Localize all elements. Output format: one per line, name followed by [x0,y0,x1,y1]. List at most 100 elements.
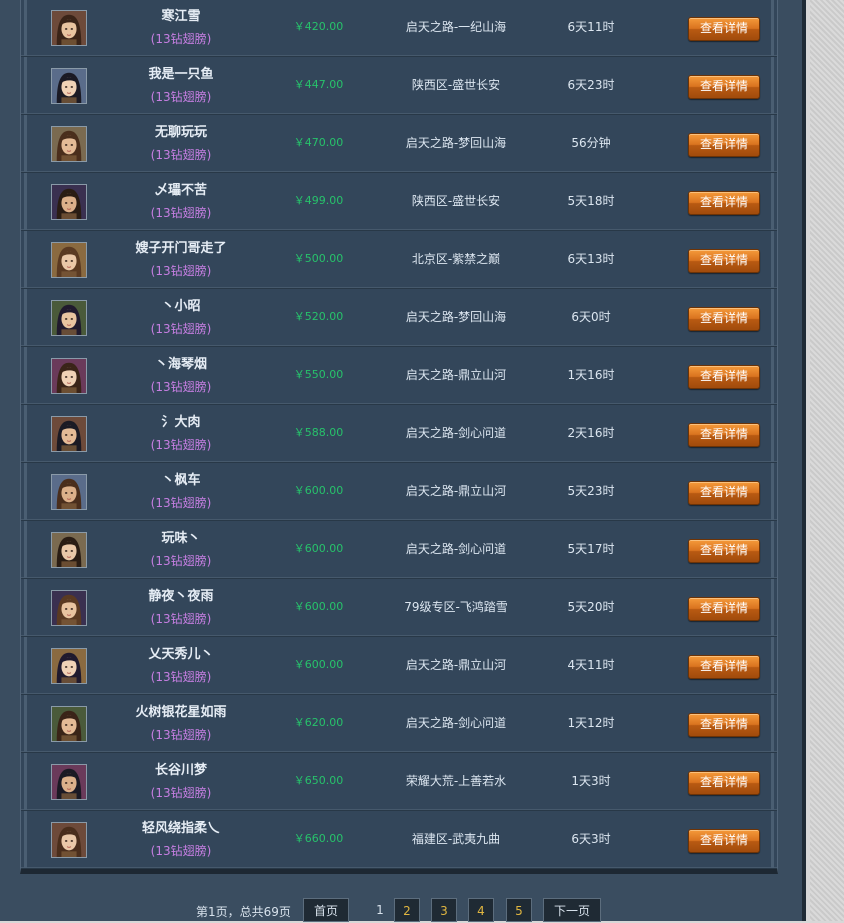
time-remaining: 5天23时 [567,484,615,498]
seller-name: 氵大肉 [161,415,201,430]
item-tag: (13钻翅膀) [150,612,212,626]
seller-name: 寒江雪 [161,9,201,24]
view-details-button[interactable]: 查看详情 [688,365,760,389]
item-tag: (13钻翅膀) [150,322,212,336]
item-tag: (13钻翅膀) [150,670,212,684]
seller-name: 玩味丶 [161,531,201,546]
server-name: 启天之路-梦回山海 [405,310,507,324]
seller-name: 我是一只鱼 [148,67,214,82]
price: ￥550.00 [293,368,344,381]
table-row: 丶枫车 (13钻翅膀) ￥600.00 启天之路-鼎立山河 5天23时 查看详情 [21,463,777,521]
price: ￥520.00 [293,310,344,323]
table-row: 长谷川梦 (13钻翅膀) ￥650.00 荣耀大荒-上善若水 1天3时 查看详情 [21,753,777,811]
server-name: 启天之路-一纪山海 [405,20,507,34]
seller-name: 长谷川梦 [154,763,207,778]
time-remaining: 4天11时 [567,658,615,672]
item-tag: (13钻翅膀) [150,496,212,510]
price: ￥600.00 [293,542,344,555]
character-avatar[interactable] [51,648,87,684]
view-details-button[interactable]: 查看详情 [688,597,760,621]
item-tag: (13钻翅膀) [150,206,212,220]
seller-name: 嫂子开门哥走了 [135,241,227,256]
character-avatar[interactable] [51,184,87,220]
portrait-icon [52,127,86,161]
price: ￥660.00 [293,832,344,845]
view-details-button[interactable]: 查看详情 [688,829,760,853]
character-avatar[interactable] [51,300,87,336]
time-remaining: 6天23时 [567,78,615,92]
time-remaining: 6天13时 [567,252,615,266]
view-details-button[interactable]: 查看详情 [688,655,760,679]
first-page-button[interactable]: 首页 [303,898,349,922]
view-details-button[interactable]: 查看详情 [688,713,760,737]
item-tag: (13钻翅膀) [150,90,212,104]
page-3-link[interactable]: 3 [431,898,457,922]
portrait-icon [52,69,86,103]
seller-name: 乂天秀儿丶 [148,647,214,662]
item-tag: (13钻翅膀) [150,728,212,742]
view-details-button[interactable]: 查看详情 [688,17,760,41]
character-avatar[interactable] [51,68,87,104]
item-tag: (13钻翅膀) [150,554,212,568]
view-details-button[interactable]: 查看详情 [688,771,760,795]
table-row: 嫂子开门哥走了 (13钻翅膀) ￥500.00 北京区-紫禁之巅 6天13时 查看详情 [21,231,777,289]
table-row: 丶小昭 (13钻翅膀) ￥520.00 启天之路-梦回山海 6天0时 查看详情 [21,289,777,347]
page-2-link[interactable]: 2 [394,898,420,922]
current-page: 1 [376,903,384,917]
table-row: 无聊玩玩 (13钻翅膀) ￥470.00 启天之路-梦回山海 56分钟 查看详情 [21,115,777,173]
portrait-icon [52,533,86,567]
character-avatar[interactable] [51,358,87,394]
view-details-button[interactable]: 查看详情 [688,133,760,157]
view-details-button[interactable]: 查看详情 [688,481,760,505]
view-details-button[interactable]: 查看详情 [688,75,760,99]
character-avatar[interactable] [51,416,87,452]
view-details-button[interactable]: 查看详情 [688,423,760,447]
price: ￥588.00 [293,426,344,439]
server-name: 福建区-武夷九曲 [411,832,501,846]
price: ￥600.00 [293,484,344,497]
server-name: 启天之路-剑心问道 [405,426,507,440]
character-avatar[interactable] [51,706,87,742]
table-row: 氵大肉 (13钻翅膀) ￥588.00 启天之路-剑心问道 2天16时 查看详情 [21,405,777,463]
view-details-button[interactable]: 查看详情 [688,249,760,273]
character-avatar[interactable] [51,126,87,162]
view-details-button[interactable]: 查看详情 [688,307,760,331]
portrait-icon [52,185,86,219]
page-4-link[interactable]: 4 [468,898,494,922]
character-avatar[interactable] [51,474,87,510]
server-name: 启天之路-剑心问道 [405,542,507,556]
server-name: 陕西区-盛世长安 [411,78,501,92]
character-avatar[interactable] [51,532,87,568]
server-name: 陕西区-盛世长安 [411,194,501,208]
portrait-icon [52,417,86,451]
character-avatar[interactable] [51,10,87,46]
seller-name: 丶枫车 [161,473,201,488]
next-page-button[interactable]: 下一页 [543,898,601,922]
seller-name: 静夜丶夜雨 [148,589,214,604]
main-content: 寒江雪 (13钻翅膀) ￥420.00 启天之路-一纪山海 6天11时 查看详情 我是一只鱼… [0,0,806,922]
seller-name: 火树银花星如雨 [135,705,227,720]
character-avatar[interactable] [51,764,87,800]
character-avatar[interactable] [51,590,87,626]
portrait-icon [52,11,86,45]
time-remaining: 56分钟 [571,136,611,150]
page-5-link[interactable]: 5 [506,898,532,922]
character-avatar[interactable] [51,822,87,858]
view-details-button[interactable]: 查看详情 [688,539,760,563]
server-name: 荣耀大荒-上善若水 [405,774,507,788]
character-avatar[interactable] [51,242,87,278]
table-row: 轻风绕指柔乀 (13钻翅膀) ￥660.00 福建区-武夷九曲 6天3时 查看详情 [21,811,777,869]
view-details-button[interactable]: 查看详情 [688,191,760,215]
portrait-icon [52,591,86,625]
seller-name: 丶小昭 [161,299,201,314]
seller-name: 轻风绕指柔乀 [141,821,220,836]
time-remaining: 6天3时 [571,832,611,846]
price: ￥447.00 [293,78,344,91]
server-name: 北京区-紫禁之巅 [411,252,501,266]
server-name: 启天之路-鼎立山河 [405,368,507,382]
server-name: 启天之路-剑心问道 [405,716,507,730]
price: ￥600.00 [293,600,344,613]
page-info: 第1页，总共69页 [196,905,291,919]
server-name: 启天之路-鼎立山河 [405,484,507,498]
table-row: 乄瓃不苦 (13钻翅膀) ￥499.00 陕西区-盛世长安 5天18时 查看详情 [21,173,777,231]
